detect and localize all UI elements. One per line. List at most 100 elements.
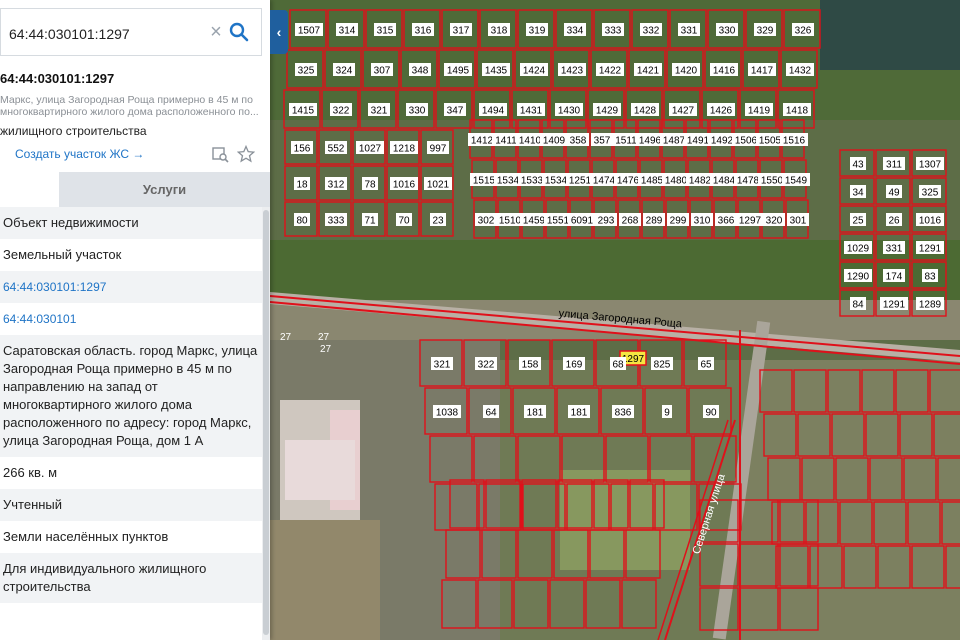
parcel-label: 357 [591,133,613,147]
parcel-label: 78 [362,177,378,191]
svg-text:325: 325 [922,188,939,199]
object-description-line: Маркс, улица Загородная Роща примерно в … [0,94,253,106]
parcel-label: 325 [919,185,941,199]
parcel-label: 1487 [660,133,688,147]
svg-text:6091: 6091 [571,216,594,227]
parcel-label: 321 [368,103,390,117]
parcel-label: 1029 [844,241,872,255]
parcel-label: 169 [563,357,585,371]
svg-text:1419: 1419 [748,106,771,117]
svg-text:1431: 1431 [520,106,543,117]
info-panel: × 64:44:030101:1297 Маркс, улица Загород… [0,0,270,640]
parcel-label: 1534 [494,173,522,187]
svg-text:325: 325 [298,66,315,77]
svg-text:997: 997 [430,144,447,155]
svg-text:321: 321 [434,360,451,371]
parcel-label: 314 [336,23,358,37]
parcel-label: 83 [922,269,938,283]
clear-search-button[interactable]: × [206,21,226,43]
svg-text:1016: 1016 [919,216,942,227]
detail-permitted-use: Для индивидуального жилищного строительс… [0,553,262,603]
svg-text:268: 268 [622,216,639,227]
parcel-label: 347 [444,103,466,117]
parcel-label: 1290 [844,269,872,283]
svg-text:366: 366 [718,216,735,227]
star-icon[interactable] [237,145,255,163]
parcel-label: 1426 [707,103,735,117]
parcel-label: 1429 [593,103,621,117]
svg-text:1420: 1420 [675,66,698,77]
parcel-label: 1511 [612,133,640,147]
svg-text:1251: 1251 [569,176,592,187]
parcel-label: 1424 [520,63,548,77]
svg-text:181: 181 [527,408,544,419]
detail-cadastral-number-link[interactable]: 64:44:030101:1297 [0,271,262,303]
svg-text:34: 34 [852,188,864,199]
detail-object-kind: Земельный участок [3,247,122,262]
parcel-label: 181 [524,405,546,419]
svg-text:1422: 1422 [599,66,622,77]
parcel-label: 1494 [479,103,507,117]
parcel-label: 302 [475,213,497,227]
parcel-label: 825 [651,357,673,371]
svg-text:307: 307 [374,66,391,77]
svg-text:1426: 1426 [710,106,733,117]
parcel-label: 1027 [356,141,384,155]
parcel-label: 1478 [734,173,762,187]
measure-search-icon[interactable] [211,145,229,163]
svg-text:64: 64 [485,408,497,419]
svg-text:1412: 1412 [471,136,494,147]
svg-text:347: 347 [447,106,464,117]
detail-land-category: Земли населённых пунктов [3,529,169,544]
parcel-label: 322 [330,103,352,117]
svg-text:68: 68 [612,360,624,371]
parcel-label: 1291 [880,297,908,311]
object-title: 64:44:030101:1297 [0,71,115,86]
svg-text:357: 357 [594,136,611,147]
parcel-label: 1491 [684,133,712,147]
svg-text:1307: 1307 [919,160,942,171]
create-plot-link[interactable]: Создать участок ЖС → [15,147,144,161]
parcel-label: 1510 [496,213,524,227]
svg-text:1428: 1428 [634,106,657,117]
svg-text:181: 181 [571,408,588,419]
detail-cadastral-quarter-link[interactable]: 64:44:030101 [0,303,262,335]
svg-text:322: 322 [333,106,350,117]
svg-text:836: 836 [615,408,632,419]
svg-text:1494: 1494 [482,106,505,117]
svg-text:9: 9 [664,408,670,419]
map-misc-label: 27 [318,332,330,343]
tab-info[interactable] [0,172,59,207]
scrollbar-thumb[interactable] [263,210,269,635]
map-misc-label: 27 [280,332,292,343]
parcel-label: 317 [450,23,472,37]
tab-services[interactable]: Услуги [59,172,270,207]
parcel-label: 333 [602,23,624,37]
parcel-label: 1417 [748,63,776,77]
svg-text:1291: 1291 [883,300,906,311]
svg-text:1418: 1418 [786,106,809,117]
parcel-label: 1038 [433,405,461,419]
parcel-label: 1427 [669,103,697,117]
svg-text:1505: 1505 [759,136,782,147]
svg-text:319: 319 [529,26,546,37]
collapse-panel-button[interactable]: ‹ [270,10,288,54]
svg-text:158: 158 [522,360,539,371]
parcel-label: 26 [886,213,902,227]
svg-text:1410: 1410 [519,136,542,147]
parcel-label: 331 [883,241,905,255]
search-icon[interactable] [228,21,250,43]
svg-text:23: 23 [432,216,444,227]
search-input[interactable] [7,22,201,46]
svg-text:1476: 1476 [617,176,640,187]
parcel-label: 301 [787,213,809,227]
svg-text:1415: 1415 [292,106,315,117]
parcel-label: 65 [698,357,714,371]
parcel-label: 310 [691,213,713,227]
svg-text:1417: 1417 [751,66,774,77]
parcel-label: 1533 [518,173,546,187]
svg-text:83: 83 [924,272,936,283]
parcel-label: 1505 [756,133,784,147]
svg-text:289: 289 [646,216,663,227]
parcel-label: 324 [333,63,355,77]
